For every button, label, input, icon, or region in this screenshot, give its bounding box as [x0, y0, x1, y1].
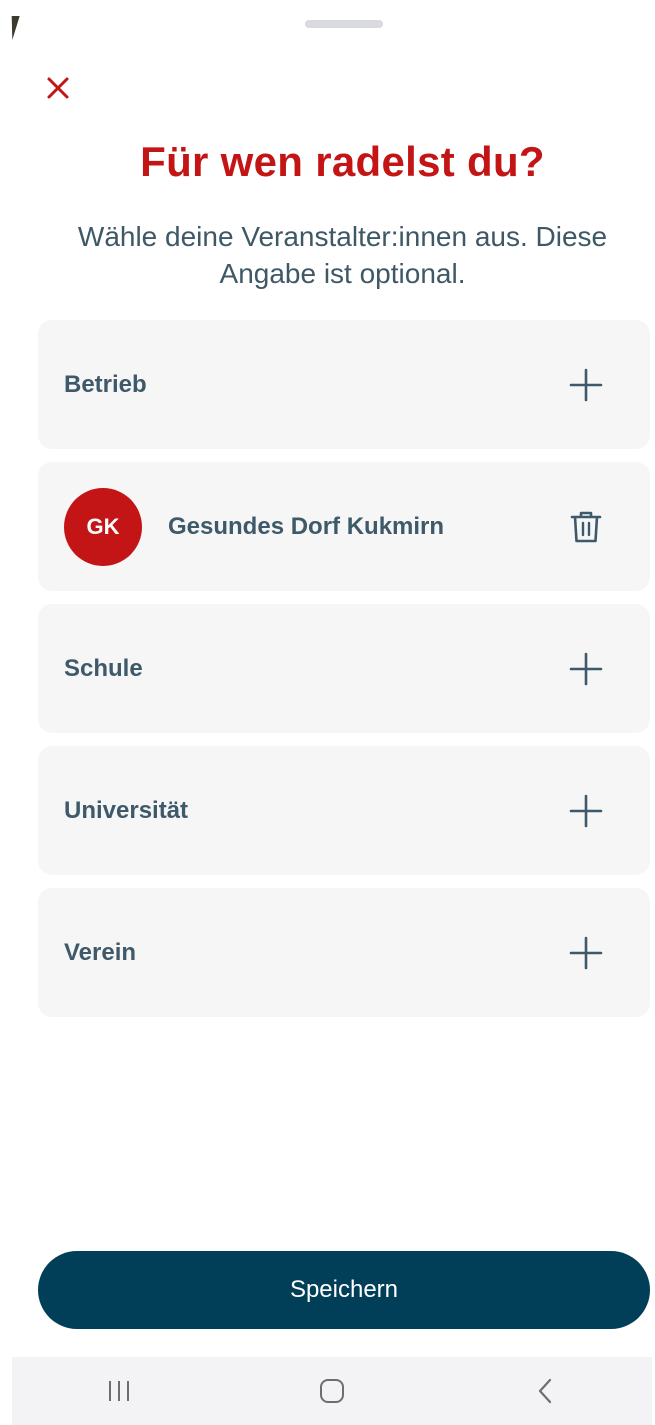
- save-button[interactable]: Speichern: [38, 1251, 650, 1329]
- add-betrieb-button[interactable]: [568, 367, 604, 403]
- organizer-label: Verein: [64, 938, 137, 966]
- page-subtitle: Wähle deine Veranstalter:innen aus. Dies…: [77, 221, 608, 289]
- organizer-card-schule[interactable]: Schule: [38, 604, 650, 733]
- organizer-card-universitaet[interactable]: Universität: [38, 746, 650, 875]
- organizer-label: Universität: [64, 796, 189, 824]
- plus-icon: [569, 794, 603, 827]
- organizer-card-betrieb[interactable]: Betrieb: [38, 320, 650, 449]
- add-verein-button[interactable]: [568, 935, 604, 971]
- recent-apps-icon: [108, 1381, 129, 1401]
- back-icon: [539, 1378, 552, 1404]
- organizer-label: Gesundes Dorf Kukmirn: [168, 512, 445, 540]
- corner-artifact: [8, 16, 20, 40]
- recent-apps-button[interactable]: [89, 1366, 149, 1416]
- remove-organizer-button[interactable]: [568, 509, 604, 545]
- close-button[interactable]: [40, 70, 76, 106]
- home-icon: [319, 1379, 344, 1403]
- organizer-card-selected[interactable]: GK Gesundes Dorf Kukmirn: [38, 462, 650, 591]
- organizer-list: Betrieb GK Gesundes Dorf Kukmirn Schule …: [38, 320, 650, 1030]
- sheet-drag-handle[interactable]: [305, 20, 383, 28]
- plus-icon: [569, 936, 603, 969]
- add-schule-button[interactable]: [568, 651, 604, 687]
- plus-icon: [569, 652, 603, 685]
- organizer-avatar: GK: [64, 487, 142, 566]
- trash-icon: [570, 511, 602, 542]
- home-button[interactable]: [302, 1366, 362, 1416]
- plus-icon: [569, 368, 603, 401]
- page-title: Für wen radelst du?: [140, 138, 545, 185]
- organizer-selection-sheet: Für wen radelst du? Wähle deine Veransta…: [0, 0, 655, 1425]
- system-navigation-bar: [12, 1357, 652, 1425]
- organizer-card-verein[interactable]: Verein: [38, 888, 650, 1017]
- organizer-label: Schule: [64, 654, 143, 682]
- add-universitaet-button[interactable]: [568, 793, 604, 829]
- back-button[interactable]: [515, 1366, 575, 1416]
- organizer-label: Betrieb: [64, 370, 147, 398]
- close-icon: [47, 77, 69, 99]
